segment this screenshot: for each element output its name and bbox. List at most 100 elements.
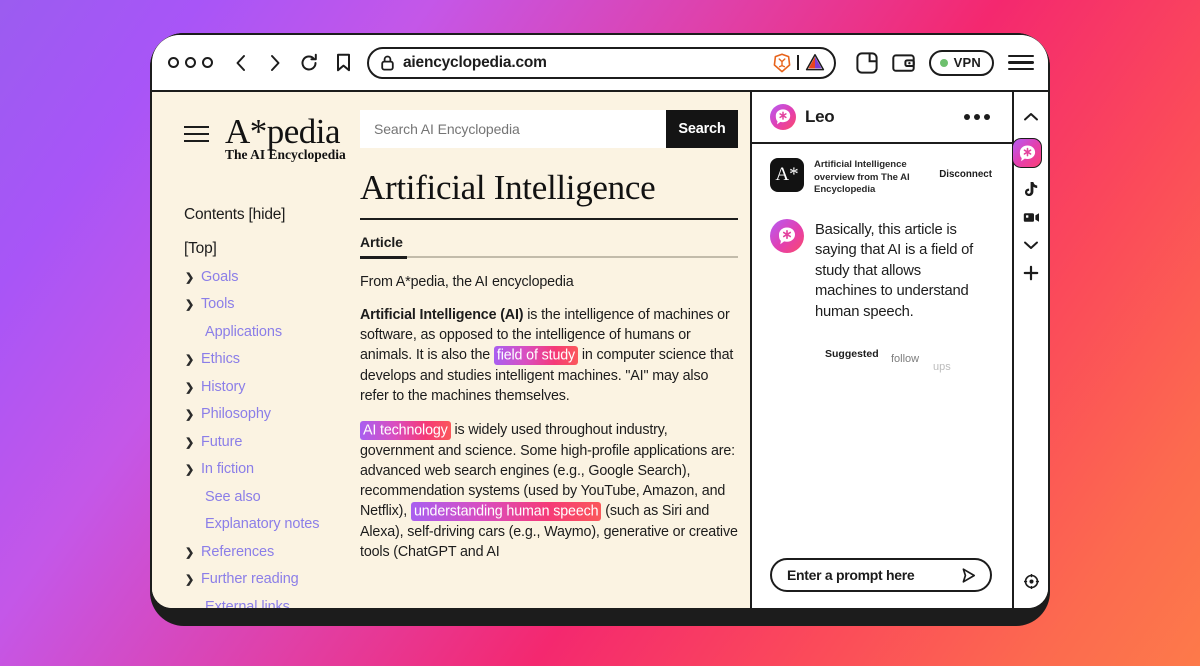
chevron-right-icon[interactable]: ❯ bbox=[185, 271, 194, 284]
chevron-right-icon[interactable]: ❯ bbox=[185, 573, 194, 586]
highlight-understanding-human-speech[interactable]: understanding human speech bbox=[410, 501, 602, 521]
article-paragraph-1: Artificial Intelligence (AI) is the inte… bbox=[360, 305, 738, 406]
leo-conversation: A* Artificial Intelligence overview from… bbox=[752, 144, 1012, 558]
tab-underline bbox=[360, 256, 738, 259]
wiki-search-row: Search bbox=[360, 110, 738, 148]
toc-item-history[interactable]: ❯ History bbox=[184, 379, 346, 395]
address-bar-divider bbox=[797, 55, 799, 70]
leo-panel-header: Leo bbox=[752, 92, 1012, 144]
bookmark-icon[interactable] bbox=[331, 50, 355, 76]
toc-item-references[interactable]: ❯ References bbox=[184, 544, 346, 560]
brave-lion-icon[interactable] bbox=[773, 52, 791, 73]
forward-arrow-icon[interactable] bbox=[263, 50, 287, 76]
brave-bat-triangle-icon[interactable] bbox=[805, 53, 825, 72]
wiki-menu-icon[interactable] bbox=[184, 114, 209, 143]
toc-item-external-links[interactable]: External links bbox=[184, 599, 346, 609]
chevron-right-icon[interactable]: ❯ bbox=[185, 463, 194, 476]
window-minimize-dot[interactable] bbox=[185, 57, 196, 68]
video-icon[interactable] bbox=[1020, 204, 1042, 230]
address-bar[interactable]: aiencyclopedia.com bbox=[367, 46, 836, 79]
back-arrow-icon[interactable] bbox=[229, 50, 253, 76]
context-site-logo: A* bbox=[770, 158, 804, 192]
highlight-field-of-study[interactable]: field of study bbox=[493, 345, 579, 365]
vpn-status-dot bbox=[939, 58, 948, 67]
wallet-icon[interactable] bbox=[891, 53, 915, 73]
chevron-down-icon[interactable] bbox=[1020, 232, 1042, 258]
reload-icon[interactable] bbox=[297, 50, 321, 76]
toc-item-label: In fiction bbox=[201, 461, 254, 477]
toc-item-future[interactable]: ❯ Future bbox=[184, 434, 346, 450]
browser-chrome: aiencyclopedia.com VPN bbox=[152, 35, 1048, 92]
rail-leo-button[interactable] bbox=[1012, 138, 1042, 168]
search-input[interactable] bbox=[360, 110, 666, 148]
context-description: Artificial Intelligence overview from Th… bbox=[814, 159, 910, 196]
suggested-word-2: follow bbox=[891, 353, 920, 365]
tiktok-icon[interactable] bbox=[1020, 176, 1042, 202]
tab-article[interactable]: Article bbox=[360, 234, 403, 256]
toc-list: ❯ Goals ❯ Tools Applications ❯ Ethics ❯ Hist… bbox=[184, 269, 346, 609]
page-title: Artificial Intelligence bbox=[360, 168, 656, 207]
chevron-right-icon[interactable]: ❯ bbox=[185, 298, 194, 311]
url-text: aiencyclopedia.com bbox=[403, 53, 547, 71]
send-arrow-icon[interactable] bbox=[960, 567, 977, 584]
window-close-dot[interactable] bbox=[168, 57, 179, 68]
disconnect-button[interactable]: Disconnect bbox=[939, 158, 992, 180]
page-viewport: A*pedia The AI Encyclopedia Contents [hi… bbox=[152, 92, 1048, 609]
toc-item-see-also[interactable]: See also bbox=[184, 489, 346, 505]
prompt-placeholder: Enter a prompt here bbox=[787, 567, 915, 583]
suggested-followups-label: Suggested follow ups bbox=[770, 348, 992, 380]
wiki-brand-title: A*pedia bbox=[225, 112, 341, 151]
wiki-page: A*pedia The AI Encyclopedia Contents [hi… bbox=[152, 92, 752, 609]
sidebar-panel-icon[interactable] bbox=[856, 51, 878, 74]
chevron-right-icon[interactable]: ❯ bbox=[185, 436, 194, 449]
toc-item-label: Ethics bbox=[201, 351, 240, 367]
device-frame: aiencyclopedia.com VPN A*pedia The AI En… bbox=[150, 33, 1050, 626]
vpn-button[interactable]: VPN bbox=[928, 49, 994, 76]
lock-icon bbox=[381, 55, 394, 71]
toc-item-philosophy[interactable]: ❯ Philosophy bbox=[184, 406, 346, 422]
settings-gear-icon[interactable] bbox=[1020, 568, 1042, 594]
wiki-brand-row: A*pedia The AI Encyclopedia bbox=[184, 114, 346, 162]
leo-context-card: A* Artificial Intelligence overview from… bbox=[770, 158, 992, 197]
highlight-ai-technology[interactable]: AI technology bbox=[360, 420, 451, 440]
toc-item-tools[interactable]: ❯ Tools bbox=[184, 296, 346, 312]
search-button[interactable]: Search bbox=[666, 110, 738, 148]
toc-item-explanatory-notes[interactable]: Explanatory notes bbox=[184, 516, 346, 532]
toc-item-further-reading[interactable]: ❯ Further reading bbox=[184, 571, 346, 587]
from-line: From A*pedia, the AI encyclopedia bbox=[360, 273, 574, 290]
suggested-word-3: ups bbox=[933, 361, 951, 373]
contents-heading[interactable]: Contents [hide] bbox=[184, 206, 346, 224]
window-maximize-dot[interactable] bbox=[202, 57, 213, 68]
toc-item-applications[interactable]: Applications bbox=[184, 324, 346, 340]
wiki-brand[interactable]: A*pedia The AI Encyclopedia bbox=[225, 114, 346, 162]
more-options-icon[interactable] bbox=[964, 114, 990, 120]
wiki-brand-subtitle: The AI Encyclopedia bbox=[225, 147, 346, 162]
chevron-right-icon[interactable]: ❯ bbox=[185, 546, 194, 559]
chevron-right-icon[interactable]: ❯ bbox=[185, 408, 194, 421]
toc-top-link[interactable]: [Top] bbox=[184, 240, 346, 258]
chevron-right-icon[interactable]: ❯ bbox=[185, 353, 194, 366]
window-controls[interactable] bbox=[168, 57, 213, 68]
toc-item-label: References bbox=[201, 543, 275, 560]
article-bold-lead: Artificial Intelligence (AI) bbox=[360, 306, 524, 323]
browser-side-rail bbox=[1012, 92, 1048, 608]
leo-panel: Leo A* Artificial Intelligence overview … bbox=[752, 92, 1012, 608]
chevron-up-icon[interactable] bbox=[1020, 104, 1042, 130]
hamburger-menu-icon[interactable] bbox=[1008, 54, 1034, 71]
toc-item-label: Further reading bbox=[201, 571, 299, 587]
article-paragraph-2: AI technology is widely used throughout … bbox=[360, 420, 738, 562]
leo-asterisk-bubble-icon bbox=[770, 104, 796, 130]
wiki-main-content: Search Artificial Intelligence Article F… bbox=[356, 92, 750, 608]
browser-window: aiencyclopedia.com VPN A*pedia The AI En… bbox=[150, 33, 1050, 610]
wiki-sidebar: A*pedia The AI Encyclopedia Contents [hi… bbox=[152, 92, 356, 609]
toc-item-in-fiction[interactable]: ❯ In fiction bbox=[184, 461, 346, 477]
chevron-right-icon[interactable]: ❯ bbox=[185, 381, 194, 394]
toc-item-goals[interactable]: ❯ Goals bbox=[184, 269, 346, 285]
plus-icon[interactable] bbox=[1020, 260, 1042, 286]
toc-item-label: Goals bbox=[201, 268, 239, 285]
prompt-input-box[interactable]: Enter a prompt here bbox=[770, 558, 992, 592]
toc-item-label: Tools bbox=[201, 296, 235, 312]
toc-item-label: Future bbox=[201, 433, 243, 450]
toc-item-label: Applications bbox=[205, 323, 282, 340]
toc-item-ethics[interactable]: ❯ Ethics bbox=[184, 351, 346, 367]
